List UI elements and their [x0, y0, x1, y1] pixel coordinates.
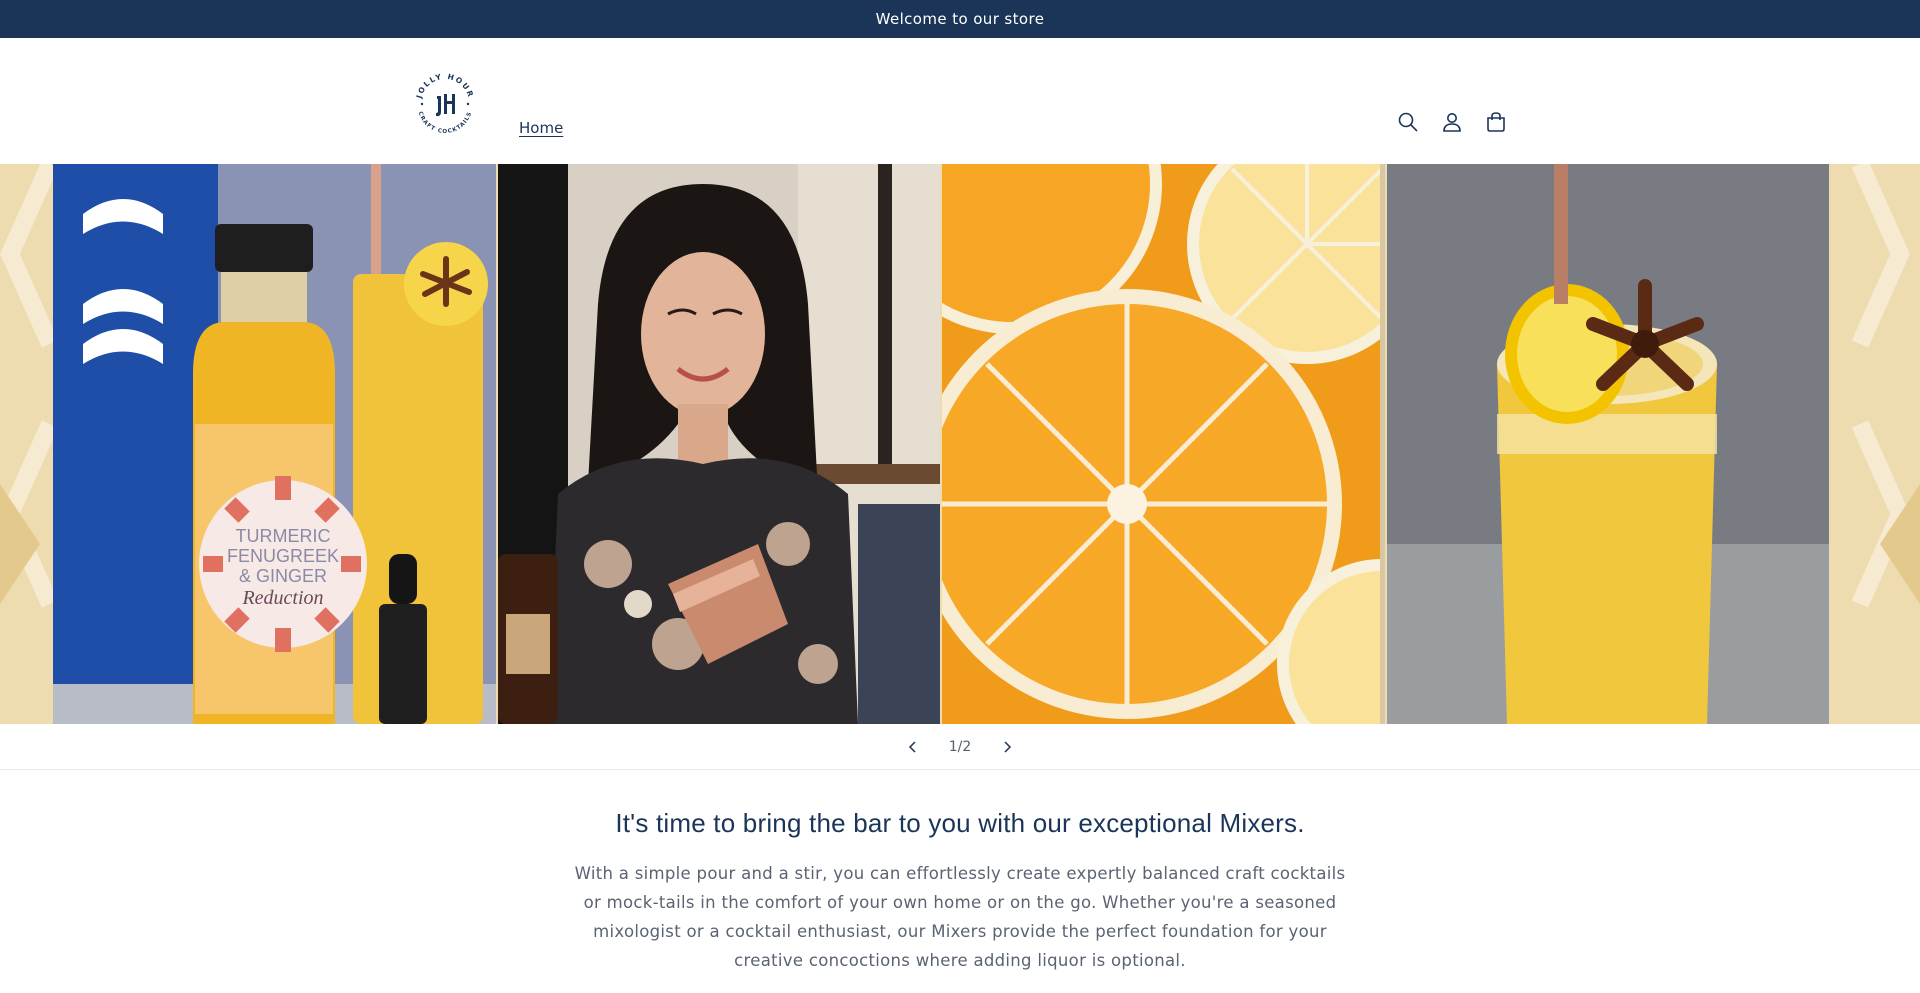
bottle-label-line-2: FENUGREEK: [227, 546, 339, 566]
announcement-text: Welcome to our store: [875, 10, 1045, 28]
hero-panel-citrus: [942, 164, 1385, 724]
previous-slide-button[interactable]: [903, 737, 923, 757]
header-icons: [1396, 110, 1508, 134]
bottle-label-line-3: & GINGER: [239, 566, 327, 586]
intro-heading: It's time to bring the bar to you with o…: [615, 808, 1305, 838]
slider-controls: 1/2: [0, 724, 1920, 770]
chevron-left-icon: [908, 740, 916, 753]
site-header: JOLLY HOUR CRAFT COCKTAILS Home: [0, 38, 1920, 164]
hero-panel-cocktail: [1387, 164, 1829, 724]
next-slide-button[interactable]: [997, 737, 1017, 757]
store-logo[interactable]: JOLLY HOUR CRAFT COCKTAILS: [408, 66, 482, 140]
cart-icon[interactable]: [1484, 110, 1508, 134]
svg-text:CRAFT COCKTAILS: CRAFT COCKTAILS: [417, 111, 474, 135]
slide-counter: 1/2: [948, 738, 972, 755]
account-icon[interactable]: [1440, 110, 1464, 134]
search-icon[interactable]: [1396, 110, 1420, 134]
intro-section: It's time to bring the bar to you with o…: [0, 808, 1920, 975]
intro-body: With a simple pour and a stir, you can e…: [574, 864, 1346, 970]
hero-panel-bartender: [498, 164, 940, 724]
chevron-right-icon: [1004, 740, 1012, 753]
hero-slideshow: TURMERIC FENUGREEK & GINGER Reduction: [0, 164, 1920, 724]
hero-panel-mixer-bottle: TURMERIC FENUGREEK & GINGER Reduction: [53, 164, 496, 724]
nav-link-home[interactable]: Home: [519, 119, 563, 137]
bottle-label-line-1: TURMERIC: [236, 526, 331, 546]
bottle-label-script: Reduction: [241, 587, 323, 609]
announcement-bar: Welcome to our store: [0, 0, 1920, 38]
logo-bottom-text: CRAFT COCKTAILS: [417, 111, 473, 135]
